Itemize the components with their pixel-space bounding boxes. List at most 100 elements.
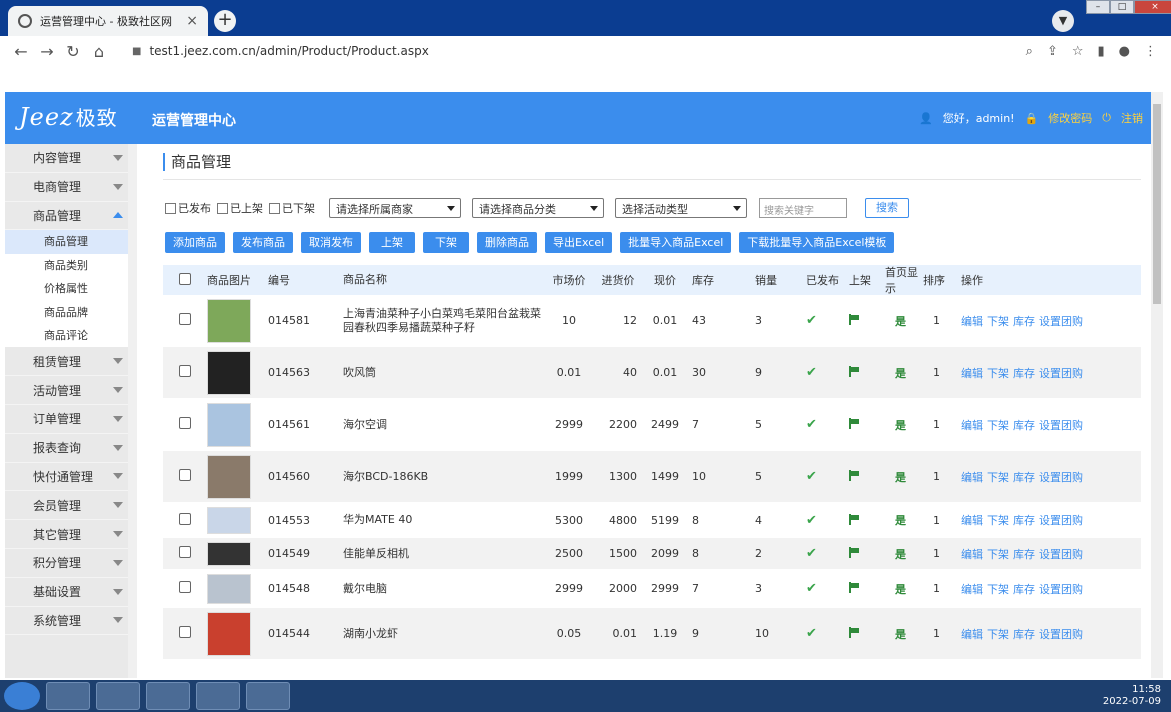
sidebar-item-other[interactable]: 其它管理 <box>5 520 137 549</box>
android-icon[interactable] <box>246 682 290 710</box>
chrome-icon[interactable] <box>46 682 90 710</box>
row-op-link[interactable]: 设置团购 <box>1039 315 1083 328</box>
row-checkbox[interactable] <box>179 546 191 558</box>
row-op-link[interactable]: 下架 <box>987 419 1009 432</box>
row-op-link[interactable]: 编辑 <box>961 548 983 561</box>
row-checkbox[interactable] <box>179 313 191 325</box>
row-op-link[interactable]: 设置团购 <box>1039 367 1083 380</box>
row-op-link[interactable]: 编辑 <box>961 315 983 328</box>
export-excel-button[interactable]: 导出Excel <box>545 232 613 253</box>
row-checkbox[interactable] <box>179 581 191 593</box>
menu-icon[interactable]: ⋮ <box>1144 44 1157 59</box>
row-op-link[interactable]: 库存 <box>1013 315 1035 328</box>
sidebar-item-settings[interactable]: 基础设置 <box>5 578 137 607</box>
on-shelf-button[interactable]: 上架 <box>369 232 415 253</box>
sidepanel-icon[interactable]: ▮ <box>1098 44 1105 59</box>
row-op-link[interactable]: 设置团购 <box>1039 419 1083 432</box>
record-icon[interactable] <box>196 682 240 710</box>
sidebar-scrollbar[interactable] <box>128 144 137 678</box>
row-checkbox[interactable] <box>179 512 191 525</box>
keyword-input[interactable]: 搜索关键字 <box>759 198 847 218</box>
sidebar-item-activity[interactable]: 活动管理 <box>5 376 137 405</box>
sidebar-item-rental[interactable]: 租赁管理 <box>5 347 137 377</box>
delete-product-button[interactable]: 删除商品 <box>477 232 537 253</box>
reload-icon[interactable]: ↻ <box>60 42 86 61</box>
logout-link[interactable]: 注销 <box>1121 110 1143 126</box>
search-button[interactable]: 搜索 <box>865 198 909 218</box>
browser-tab[interactable]: 运营管理中心 - 极致社区网 × <box>8 6 208 36</box>
category-select[interactable]: 请选择商品分类 <box>472 198 604 218</box>
row-op-link[interactable]: 下架 <box>987 471 1009 484</box>
sidebar-item-quickpay[interactable]: 快付通管理 <box>5 463 137 492</box>
row-op-link[interactable]: 库存 <box>1013 628 1035 641</box>
off-shelf-button[interactable]: 下架 <box>423 232 469 253</box>
row-checkbox[interactable] <box>179 417 191 429</box>
url-field[interactable]: ■ test1.jeez.com.cn/admin/Product/Produc… <box>132 44 1026 58</box>
row-op-link[interactable]: 编辑 <box>961 628 983 641</box>
sidebar-subitem-reviews[interactable]: 商品评论 <box>5 323 137 348</box>
window-close-icon[interactable]: × <box>1134 0 1171 14</box>
row-op-link[interactable]: 下架 <box>987 583 1009 596</box>
sidebar-item-reports[interactable]: 报表查询 <box>5 434 137 463</box>
forward-icon[interactable]: → <box>34 42 60 61</box>
row-op-link[interactable]: 设置团购 <box>1039 583 1083 596</box>
row-op-link[interactable]: 设置团购 <box>1039 548 1083 561</box>
sidebar-item-ecommerce[interactable]: 电商管理 <box>5 173 137 202</box>
back-icon[interactable]: ← <box>8 42 34 61</box>
sidebar-item-points[interactable]: 积分管理 <box>5 549 137 578</box>
sidebar-item-system[interactable]: 系统管理 <box>5 607 137 636</box>
row-op-link[interactable]: 编辑 <box>961 471 983 484</box>
row-op-link[interactable]: 设置团购 <box>1039 471 1083 484</box>
sidebar-subitem-category[interactable]: 商品类别 <box>5 253 137 278</box>
download-template-button[interactable]: 下载批量导入商品Excel模板 <box>739 232 895 253</box>
row-op-link[interactable]: 库存 <box>1013 419 1035 432</box>
new-tab-icon[interactable]: + <box>214 10 236 32</box>
row-op-link[interactable]: 设置团购 <box>1039 514 1083 527</box>
start-icon[interactable] <box>4 682 40 710</box>
share-icon[interactable]: ⇪ <box>1047 44 1058 59</box>
maximize-icon[interactable]: □ <box>1110 0 1134 14</box>
on-shelf-checkbox[interactable] <box>217 202 228 214</box>
change-password-link[interactable]: 修改密码 <box>1048 110 1092 126</box>
row-op-link[interactable]: 库存 <box>1013 514 1035 527</box>
row-op-link[interactable]: 下架 <box>987 315 1009 328</box>
select-all-checkbox[interactable] <box>179 272 191 285</box>
row-op-link[interactable]: 库存 <box>1013 583 1035 596</box>
row-checkbox[interactable] <box>179 469 191 481</box>
off-shelf-checkbox[interactable] <box>269 202 280 214</box>
row-op-link[interactable]: 编辑 <box>961 583 983 596</box>
close-icon[interactable]: × <box>186 13 198 29</box>
star-icon[interactable]: ☆ <box>1072 44 1084 59</box>
sidebar-item-content[interactable]: 内容管理 <box>5 144 137 173</box>
sidebar-item-products[interactable]: 商品管理 <box>5 202 137 231</box>
scrollbar-thumb[interactable] <box>1153 104 1161 304</box>
sidebar-subitem-price-attr[interactable]: 价格属性 <box>5 277 137 301</box>
row-op-link[interactable]: 库存 <box>1013 367 1035 380</box>
profile-icon[interactable]: ● <box>1119 44 1130 59</box>
row-checkbox[interactable] <box>179 626 191 638</box>
page-scrollbar[interactable] <box>1151 92 1163 678</box>
word-icon[interactable] <box>96 682 140 710</box>
row-op-link[interactable]: 库存 <box>1013 471 1035 484</box>
minimize-icon[interactable]: – <box>1086 0 1110 14</box>
row-checkbox[interactable] <box>179 365 191 377</box>
publish-product-button[interactable]: 发布商品 <box>233 232 293 253</box>
row-op-link[interactable]: 编辑 <box>961 419 983 432</box>
sidebar-subitem-product-mgmt[interactable]: 商品管理 <box>5 230 137 254</box>
merchant-select[interactable]: 请选择所属商家 <box>329 198 461 218</box>
add-product-button[interactable]: 添加商品 <box>165 232 225 253</box>
row-op-link[interactable]: 下架 <box>987 514 1009 527</box>
window-icon[interactable] <box>146 682 190 710</box>
row-op-link[interactable]: 下架 <box>987 628 1009 641</box>
sidebar-item-orders[interactable]: 订单管理 <box>5 405 137 434</box>
row-op-link[interactable]: 库存 <box>1013 548 1035 561</box>
activity-select[interactable]: 选择活动类型 <box>615 198 747 218</box>
home-icon[interactable]: ⌂ <box>86 42 112 61</box>
row-op-link[interactable]: 编辑 <box>961 367 983 380</box>
row-op-link[interactable]: 设置团购 <box>1039 628 1083 641</box>
zoom-icon[interactable]: ⌕ <box>1026 44 1033 59</box>
batch-import-button[interactable]: 批量导入商品Excel <box>620 232 732 253</box>
chevron-down-icon[interactable]: ▼ <box>1052 10 1074 32</box>
row-op-link[interactable]: 下架 <box>987 367 1009 380</box>
unpublish-button[interactable]: 取消发布 <box>301 232 361 253</box>
